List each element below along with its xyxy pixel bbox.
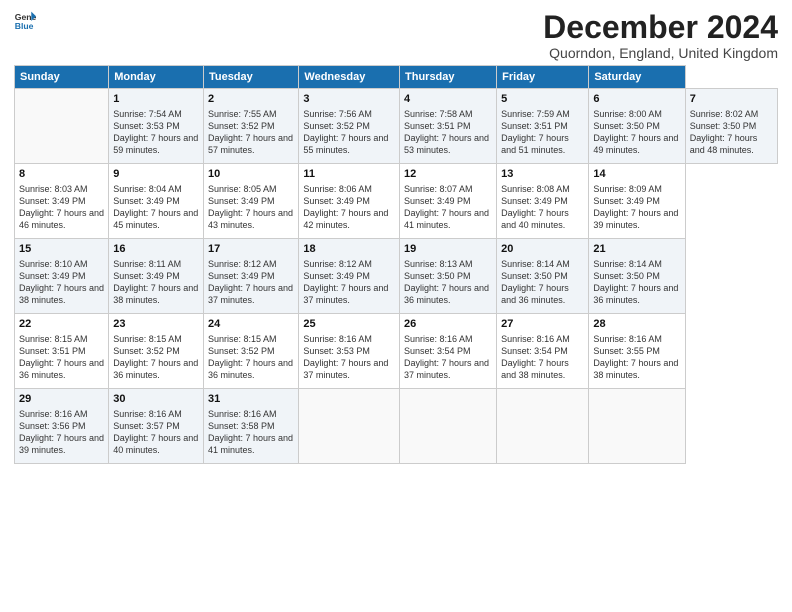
calendar-cell: 20Sunrise: 8:14 AMSunset: 3:50 PMDayligh… [497, 239, 589, 314]
day-number: 3 [303, 92, 395, 107]
calendar-cell: 5Sunrise: 7:59 AMSunset: 3:51 PMDaylight… [497, 89, 589, 164]
calendar-cell [15, 89, 109, 164]
day-number: 16 [113, 242, 199, 257]
calendar-cell: 12Sunrise: 8:07 AMSunset: 3:49 PMDayligh… [400, 164, 497, 239]
calendar-cell: 23Sunrise: 8:15 AMSunset: 3:52 PMDayligh… [109, 314, 204, 389]
calendar-cell: 6Sunrise: 8:00 AMSunset: 3:50 PMDaylight… [589, 89, 685, 164]
calendar-cell: 19Sunrise: 8:13 AMSunset: 3:50 PMDayligh… [400, 239, 497, 314]
calendar-cell: 1Sunrise: 7:54 AMSunset: 3:53 PMDaylight… [109, 89, 204, 164]
day-number: 11 [303, 167, 395, 182]
calendar-cell: 22Sunrise: 8:15 AMSunset: 3:51 PMDayligh… [15, 314, 109, 389]
calendar-cell: 2Sunrise: 7:55 AMSunset: 3:52 PMDaylight… [203, 89, 298, 164]
calendar-cell [299, 389, 400, 464]
calendar-cell: 13Sunrise: 8:08 AMSunset: 3:49 PMDayligh… [497, 164, 589, 239]
calendar-cell: 15Sunrise: 8:10 AMSunset: 3:49 PMDayligh… [15, 239, 109, 314]
main-title: December 2024 [543, 10, 778, 45]
day-number: 4 [404, 92, 492, 107]
col-header-monday: Monday [109, 66, 204, 89]
day-number: 15 [19, 242, 104, 257]
col-header-friday: Friday [497, 66, 589, 89]
calendar-table: SundayMondayTuesdayWednesdayThursdayFrid… [14, 65, 778, 464]
calendar-cell: 8Sunrise: 8:03 AMSunset: 3:49 PMDaylight… [15, 164, 109, 239]
calendar-cell: 9Sunrise: 8:04 AMSunset: 3:49 PMDaylight… [109, 164, 204, 239]
calendar-cell: 26Sunrise: 8:16 AMSunset: 3:54 PMDayligh… [400, 314, 497, 389]
week-row-5: 29Sunrise: 8:16 AMSunset: 3:56 PMDayligh… [15, 389, 778, 464]
calendar-cell: 31Sunrise: 8:16 AMSunset: 3:58 PMDayligh… [203, 389, 298, 464]
calendar-header-row: SundayMondayTuesdayWednesdayThursdayFrid… [15, 66, 778, 89]
week-row-2: 8Sunrise: 8:03 AMSunset: 3:49 PMDaylight… [15, 164, 778, 239]
day-number: 10 [208, 167, 294, 182]
title-block: December 2024 Quorndon, England, United … [543, 10, 778, 61]
calendar-cell: 14Sunrise: 8:09 AMSunset: 3:49 PMDayligh… [589, 164, 685, 239]
day-number: 22 [19, 317, 104, 332]
calendar-cell: 10Sunrise: 8:05 AMSunset: 3:49 PMDayligh… [203, 164, 298, 239]
day-number: 29 [19, 392, 104, 407]
day-number: 5 [501, 92, 584, 107]
calendar-cell: 7Sunrise: 8:02 AMSunset: 3:50 PMDaylight… [685, 89, 777, 164]
day-number: 31 [208, 392, 294, 407]
col-header-wednesday: Wednesday [299, 66, 400, 89]
week-row-4: 22Sunrise: 8:15 AMSunset: 3:51 PMDayligh… [15, 314, 778, 389]
day-number: 27 [501, 317, 584, 332]
week-row-1: 1Sunrise: 7:54 AMSunset: 3:53 PMDaylight… [15, 89, 778, 164]
calendar-cell [589, 389, 685, 464]
calendar-cell: 24Sunrise: 8:15 AMSunset: 3:52 PMDayligh… [203, 314, 298, 389]
calendar-cell [497, 389, 589, 464]
logo: General Blue [14, 10, 36, 32]
day-number: 2 [208, 92, 294, 107]
header: General Blue December 2024 Quorndon, Eng… [14, 10, 778, 61]
day-number: 20 [501, 242, 584, 257]
day-number: 17 [208, 242, 294, 257]
day-number: 23 [113, 317, 199, 332]
day-number: 7 [690, 92, 773, 107]
day-number: 28 [593, 317, 680, 332]
col-header-tuesday: Tuesday [203, 66, 298, 89]
day-number: 8 [19, 167, 104, 182]
day-number: 19 [404, 242, 492, 257]
day-number: 30 [113, 392, 199, 407]
calendar-cell: 18Sunrise: 8:12 AMSunset: 3:49 PMDayligh… [299, 239, 400, 314]
subtitle: Quorndon, England, United Kingdom [543, 45, 778, 61]
week-row-3: 15Sunrise: 8:10 AMSunset: 3:49 PMDayligh… [15, 239, 778, 314]
calendar-cell: 30Sunrise: 8:16 AMSunset: 3:57 PMDayligh… [109, 389, 204, 464]
day-number: 6 [593, 92, 680, 107]
day-number: 25 [303, 317, 395, 332]
col-header-sunday: Sunday [15, 66, 109, 89]
calendar-cell: 21Sunrise: 8:14 AMSunset: 3:50 PMDayligh… [589, 239, 685, 314]
calendar-cell: 29Sunrise: 8:16 AMSunset: 3:56 PMDayligh… [15, 389, 109, 464]
calendar-cell: 27Sunrise: 8:16 AMSunset: 3:54 PMDayligh… [497, 314, 589, 389]
day-number: 14 [593, 167, 680, 182]
calendar-cell: 17Sunrise: 8:12 AMSunset: 3:49 PMDayligh… [203, 239, 298, 314]
calendar-cell: 11Sunrise: 8:06 AMSunset: 3:49 PMDayligh… [299, 164, 400, 239]
day-number: 26 [404, 317, 492, 332]
day-number: 9 [113, 167, 199, 182]
svg-text:Blue: Blue [15, 21, 34, 31]
calendar-cell: 28Sunrise: 8:16 AMSunset: 3:55 PMDayligh… [589, 314, 685, 389]
calendar-cell: 3Sunrise: 7:56 AMSunset: 3:52 PMDaylight… [299, 89, 400, 164]
day-number: 21 [593, 242, 680, 257]
day-number: 13 [501, 167, 584, 182]
page-container: General Blue December 2024 Quorndon, Eng… [0, 0, 792, 472]
day-number: 18 [303, 242, 395, 257]
day-number: 24 [208, 317, 294, 332]
logo-icon: General Blue [14, 10, 36, 32]
day-number: 12 [404, 167, 492, 182]
col-header-thursday: Thursday [400, 66, 497, 89]
calendar-cell: 25Sunrise: 8:16 AMSunset: 3:53 PMDayligh… [299, 314, 400, 389]
calendar-cell: 4Sunrise: 7:58 AMSunset: 3:51 PMDaylight… [400, 89, 497, 164]
col-header-saturday: Saturday [589, 66, 685, 89]
calendar-cell [400, 389, 497, 464]
calendar-cell: 16Sunrise: 8:11 AMSunset: 3:49 PMDayligh… [109, 239, 204, 314]
day-number: 1 [113, 92, 199, 107]
